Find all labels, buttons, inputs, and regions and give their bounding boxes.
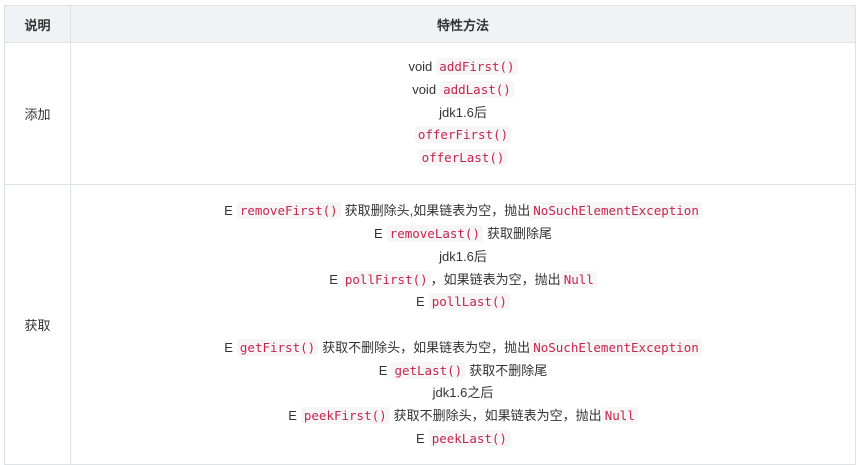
method-code: pollLast(): [428, 293, 510, 311]
method-code: removeFirst(): [236, 202, 341, 220]
row-content-add: void addFirst() void addLast() jdk1.6后 off…: [70, 42, 856, 185]
method-line: offerFirst(): [71, 124, 855, 147]
return-type: E: [288, 408, 297, 424]
method-line: EpeekFirst() 获取不删除头，如果链表为空，抛出 Null: [71, 405, 855, 428]
version-note: jdk1.6后: [439, 248, 487, 264]
method-line: EremoveFirst() 获取删除头,如果链表为空，抛出 NoSuchEleme…: [71, 200, 855, 223]
header-description: 说明: [4, 5, 71, 43]
return-type: E: [374, 225, 383, 241]
return-type: E: [378, 362, 388, 378]
row-label-add: 添加: [4, 42, 71, 185]
row-label-get: 获取: [4, 184, 71, 465]
method-description: 获取不删除头，如果链表为空，抛出: [322, 339, 531, 355]
method-line: EpollFirst() ，如果链表为空，抛出 Null: [71, 269, 855, 292]
method-line: EgetLast() 获取不删除尾: [71, 360, 855, 383]
method-line: EpeekLast(): [71, 428, 855, 451]
method-description: ，如果链表为空，抛出: [430, 271, 561, 287]
return-type: E: [329, 271, 338, 287]
method-code: addFirst(): [436, 58, 518, 75]
method-code: addLast(): [440, 80, 514, 98]
method-line: void addLast(): [71, 79, 855, 102]
method-line: offerLast(): [71, 147, 855, 170]
method-description: 获取删除头,如果链表为空，抛出: [344, 203, 531, 219]
exception-code: Null: [560, 270, 597, 288]
method-line: EpollLast(): [71, 291, 855, 314]
method-code: offerFirst(): [414, 126, 512, 144]
row-content-get: EremoveFirst() 获取删除头,如果链表为空，抛出 NoSuchEleme…: [70, 184, 856, 465]
return-type: E: [224, 203, 233, 219]
return-type: E: [416, 294, 425, 310]
method-table: 说明 特性方法 添加 void addFirst() void addLast() …: [4, 5, 856, 465]
method-line: void addFirst(): [71, 56, 855, 79]
method-description: 获取不删除头，如果链表为空，抛出: [393, 408, 602, 424]
return-type: E: [224, 339, 233, 355]
method-code: getFirst(): [236, 338, 319, 356]
method-code: offerLast(): [418, 149, 508, 167]
table-header-row: 说明 特性方法: [4, 5, 856, 43]
method-code: removeLast(): [386, 224, 483, 242]
method-line: EremoveLast() 获取删除尾: [71, 223, 855, 246]
exception-code: Null: [601, 407, 638, 425]
method-code: peekFirst(): [300, 407, 390, 425]
method-code: peekLast(): [428, 430, 510, 448]
exception-code: NoSuchElementException: [530, 338, 702, 356]
method-description: 获取不删除尾: [469, 362, 548, 378]
header-methods: 特性方法: [70, 5, 856, 43]
table-row-get: 获取 EremoveFirst() 获取删除头,如果链表为空，抛出 NoSuchEl…: [4, 184, 856, 465]
version-note: jdk1.6后: [439, 104, 487, 120]
method-line: EgetFirst() 获取不删除头，如果链表为空，抛出 NoSuchElement…: [71, 337, 855, 360]
method-code: pollFirst(): [341, 270, 431, 288]
return-type: void: [408, 59, 433, 74]
table-row-add: 添加 void addFirst() void addLast() jdk1.6后 …: [4, 42, 856, 185]
exception-code: NoSuchElementException: [530, 202, 702, 220]
method-description: 获取删除尾: [486, 225, 552, 241]
version-note: jdk1.6之后: [432, 385, 494, 401]
return-type: E: [416, 431, 425, 447]
method-code: getLast(): [391, 361, 466, 379]
return-type: void: [412, 81, 437, 97]
